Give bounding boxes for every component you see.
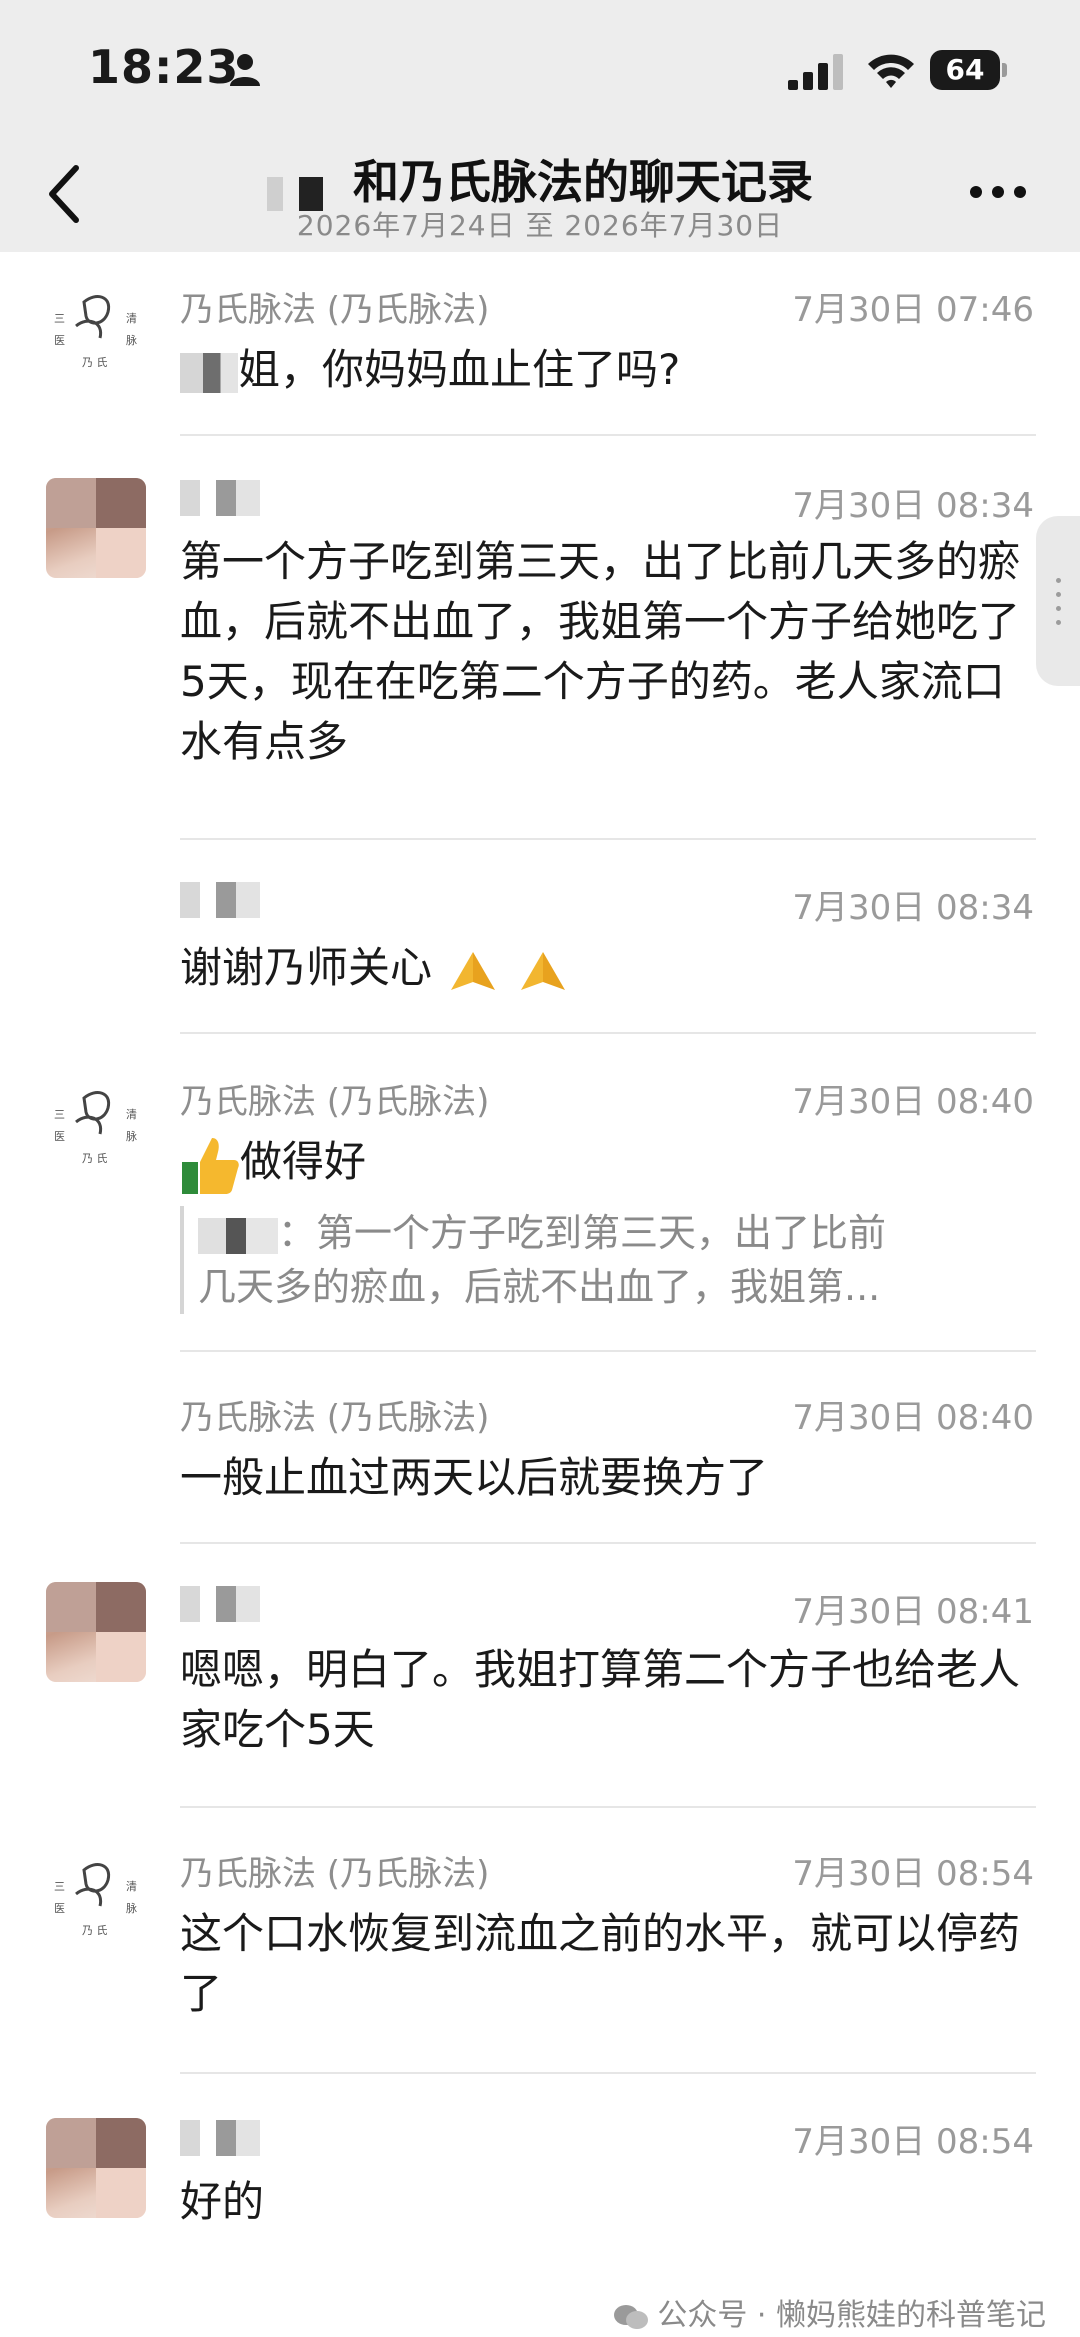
redacted-sender [180, 2120, 260, 2156]
divider [180, 1350, 1036, 1352]
avatar[interactable] [46, 478, 146, 578]
svg-text:清: 清 [126, 1108, 137, 1121]
watermark: 公众号 · 懒妈熊娃的科普笔记 [613, 2290, 1046, 2334]
avatar[interactable] [46, 1582, 146, 1682]
sender-name: 乃氏脉法 (乃氏脉法) [180, 290, 490, 330]
message-text: 嗯嗯，明白了。我姐打算第二个方子也给老人家吃个5天 [180, 1645, 1021, 1754]
battery-icon: 64 [930, 50, 1007, 90]
svg-text:乃 氏: 乃 氏 [82, 356, 108, 369]
cellular-signal-icon [788, 54, 843, 90]
wechat-icon [614, 2304, 649, 2329]
message-time: 7月30日 08:34 [792, 888, 1034, 928]
message-time: 7月30日 08:34 [792, 486, 1034, 526]
svg-text:医: 医 [54, 1130, 65, 1143]
message-text: 好的 [180, 2177, 265, 2226]
divider [180, 1542, 1036, 1544]
more-options-icon[interactable] [968, 184, 1028, 200]
avatar[interactable]: 三 清 医 脉 乃 氏 [46, 282, 146, 382]
redacted-sender [180, 882, 260, 918]
divider [180, 838, 1036, 840]
divider [180, 1806, 1036, 1808]
redacted-sender [180, 480, 260, 516]
svg-text:三: 三 [54, 1880, 65, 1893]
message-time: 7月30日 08:54 [792, 2122, 1034, 2162]
thumbs-up-emoji-icon [182, 1137, 239, 1194]
avatar[interactable]: 三 清 医 脉 乃 氏 [46, 1078, 146, 1178]
redacted-name [180, 352, 238, 393]
pray-emoji-icon [520, 951, 565, 990]
svg-text:清: 清 [126, 312, 137, 325]
divider [180, 1032, 1036, 1034]
avatar[interactable]: 三 清 医 脉 乃 氏 [46, 1850, 146, 1950]
svg-text:乃 氏: 乃 氏 [82, 1152, 108, 1165]
message-text: 一般止血过两天以后就要换方了 [180, 1453, 769, 1502]
message-text: 谢谢乃师关心 [180, 938, 1040, 998]
message-time: 7月30日 08:40 [792, 1398, 1034, 1438]
message-text: 这个口水恢复到流血之前的水平，就可以停药了 [180, 1909, 1021, 2018]
avatar[interactable] [46, 2118, 146, 2218]
scroll-handle[interactable] [1036, 516, 1080, 686]
message-text: 姐，你妈妈血止住了吗? [180, 340, 1040, 400]
svg-text:脉: 脉 [126, 1901, 137, 1915]
sender-name: 乃氏脉法 (乃氏脉法) [180, 1854, 490, 1894]
message-text: 第一个方子吃到第三天，出了比前几天多的瘀血，后就不出血了，我姐第一个方子给她吃了… [180, 537, 1021, 766]
sender-name: 乃氏脉法 (乃氏脉法) [180, 1398, 490, 1438]
status-time: 18:23 [88, 40, 240, 94]
svg-text:乃 氏: 乃 氏 [82, 1924, 108, 1937]
svg-text:三: 三 [54, 1108, 65, 1121]
svg-text:脉: 脉 [126, 1129, 137, 1143]
divider [180, 2072, 1036, 2074]
status-bar: 18:23 64 [0, 0, 1080, 140]
redacted-name [198, 1217, 278, 1254]
message-time: 7月30日 08:54 [792, 1854, 1034, 1894]
pray-emoji-icon [451, 951, 496, 990]
svg-text:医: 医 [54, 334, 65, 347]
quoted-message[interactable]: ：第一个方子吃到第三天，出了比前 几天多的瘀血，后就不出血了，我姐第... [180, 1206, 1038, 1314]
wifi-icon [868, 54, 914, 88]
message-text: 做得好 [180, 1132, 1040, 1196]
page-title-text: 和乃氏脉法的聊天记录 [353, 155, 813, 209]
divider [180, 434, 1036, 436]
message-time: 7月30日 08:41 [792, 1592, 1034, 1632]
battery-level: 64 [930, 50, 1000, 90]
page-title: 和乃氏脉法的聊天记录 [0, 146, 1080, 212]
message-time: 7月30日 08:40 [792, 1082, 1034, 1122]
sender-name: 乃氏脉法 (乃氏脉法) [180, 1082, 490, 1122]
date-range: 2026年7月24日 至 2026年7月30日 [296, 209, 784, 242]
message-time: 7月30日 07:46 [792, 290, 1034, 330]
svg-text:医: 医 [54, 1902, 65, 1915]
redacted-sender [180, 1586, 260, 1622]
svg-text:脉: 脉 [126, 333, 137, 347]
chat-header: 和乃氏脉法的聊天记录 2026年7月24日 至 2026年7月30日 [0, 140, 1080, 252]
svg-text:清: 清 [126, 1880, 137, 1893]
person-icon [230, 54, 260, 86]
svg-text:三: 三 [54, 312, 65, 325]
